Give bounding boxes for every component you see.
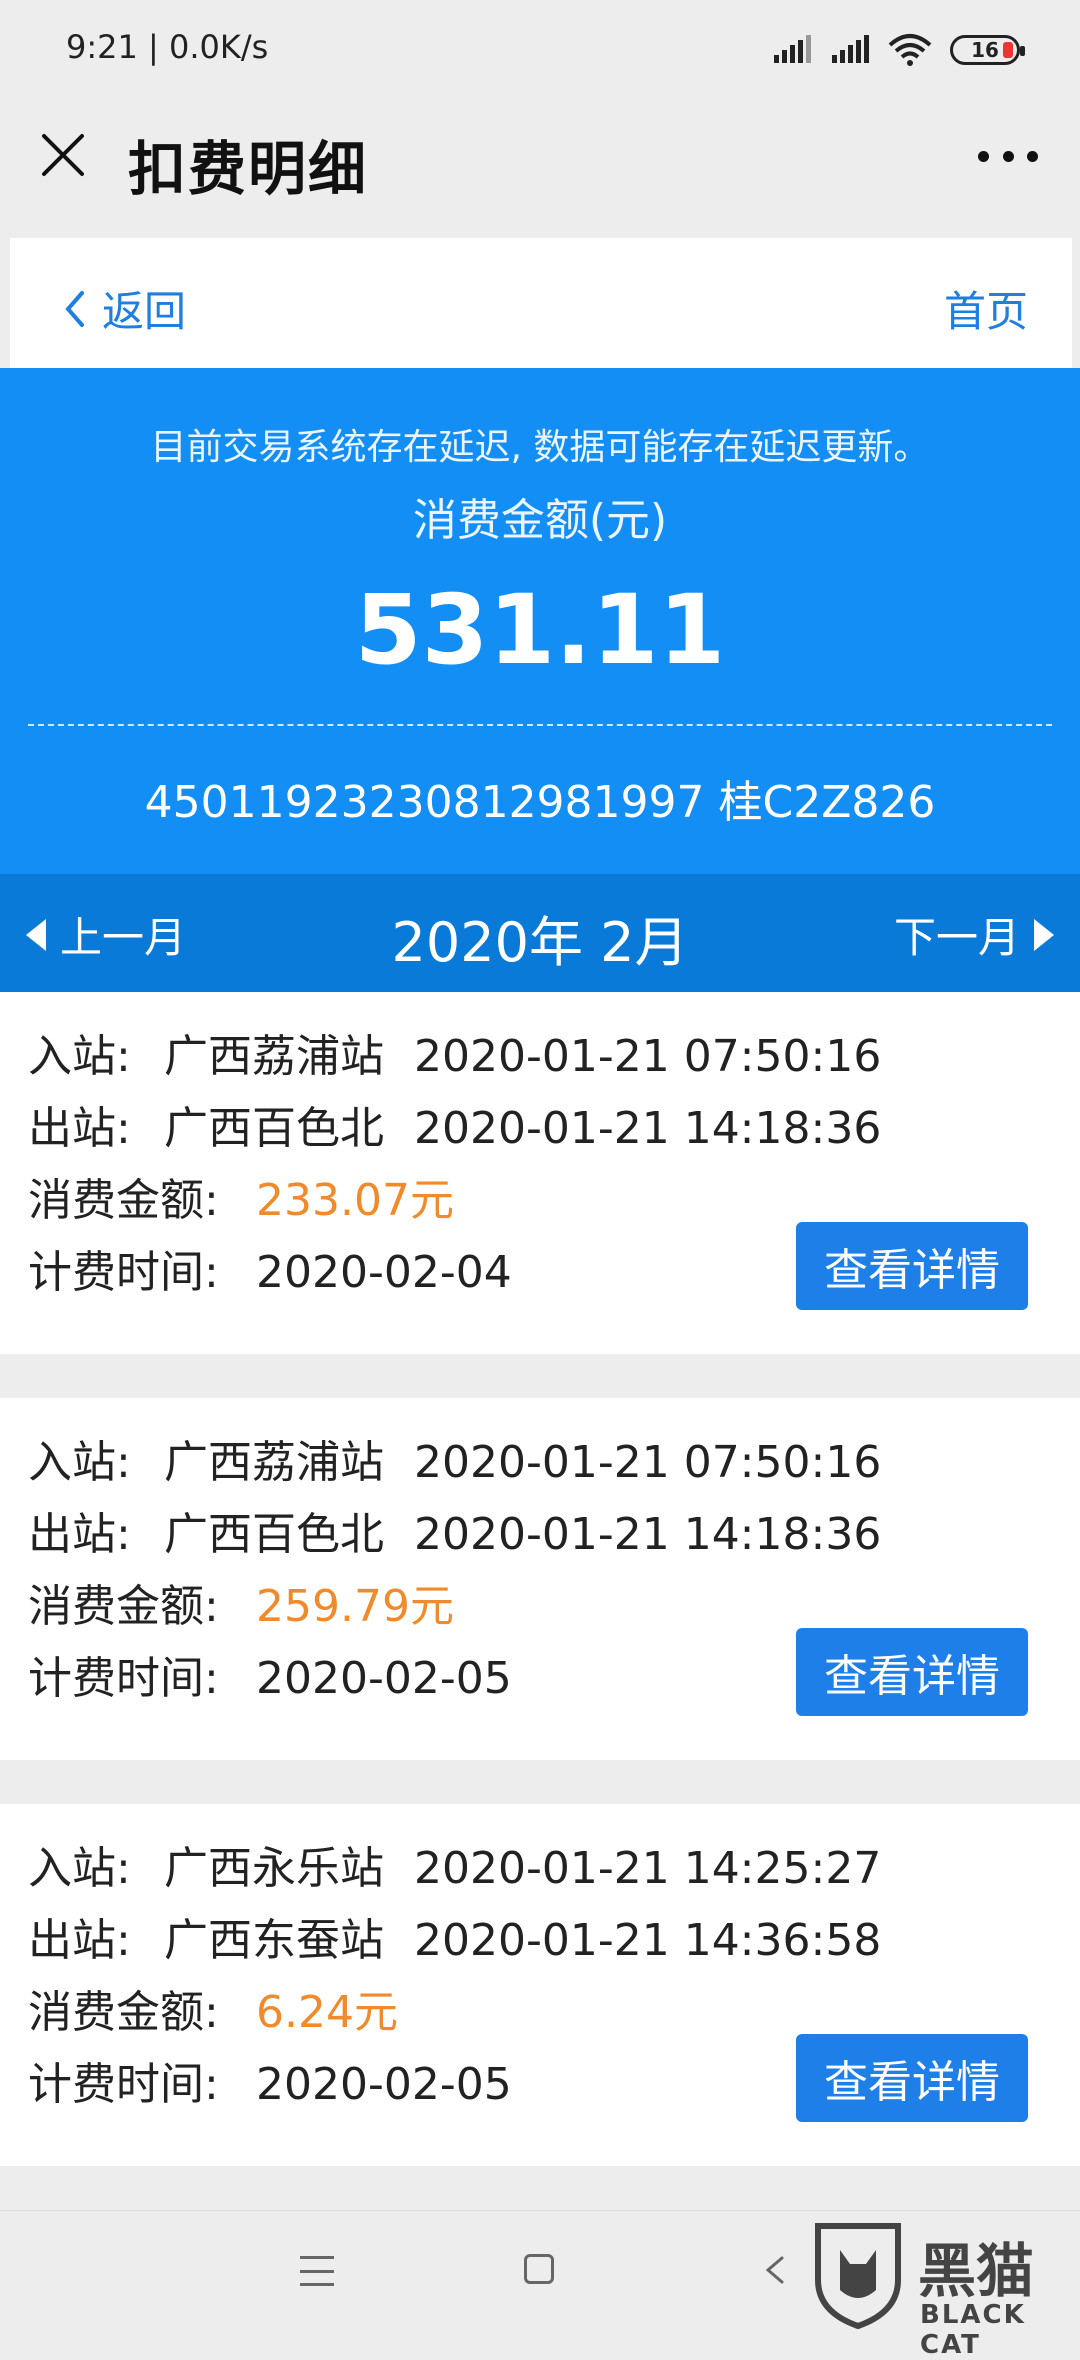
next-month-button[interactable]: 下一月	[894, 904, 1054, 965]
billing-row: 计费时间: 2020-02-05	[28, 1642, 512, 1706]
amount-row-label: 消费金额:	[28, 1581, 219, 1632]
exit-station: 广西百色北	[164, 1509, 384, 1560]
amount-row: 消费金额: 259.79元	[28, 1570, 454, 1634]
back-button[interactable]: 返回	[62, 278, 186, 339]
exit-label: 出站:	[28, 1915, 131, 1966]
billing-time: 2020-02-05	[256, 2059, 512, 2110]
exit-station: 广西东蚕站	[164, 1915, 384, 1966]
watermark-subtext: BLACK CAT	[920, 2300, 1026, 2360]
battery-icon: 16	[950, 35, 1025, 65]
amount-label: 消费金额(元)	[412, 495, 668, 546]
exit-time: 2020-01-21 14:18:36	[414, 1103, 882, 1154]
amount-row-label: 消费金额:	[28, 1175, 219, 1226]
dashed-divider	[28, 724, 1052, 726]
exit-row: 出站: 广西百色北 2020-01-21 14:18:36	[28, 1092, 881, 1156]
card-info: 45011923230812981997 桂C2Z826	[144, 777, 936, 828]
battery-fill	[1003, 42, 1013, 58]
exit-label: 出站:	[28, 1103, 131, 1154]
delay-notice: 目前交易系统存在延迟, 数据可能存在延迟更新。	[150, 427, 930, 468]
home-link[interactable]: 首页	[944, 278, 1028, 339]
entry-row: 入站: 广西荔浦站 2020-01-21 07:50:16	[28, 1426, 881, 1490]
entry-time: 2020-01-21 07:50:16	[414, 1437, 882, 1488]
menu-icon[interactable]	[300, 2256, 334, 2286]
signal-icon-2	[832, 35, 869, 63]
record-card: 入站: 广西永乐站 2020-01-21 14:25:27 出站: 广西东蚕站 2020…	[0, 1804, 1080, 2166]
watermark-text: 黑猫	[918, 2237, 1035, 2305]
billing-row: 计费时间: 2020-02-05	[28, 2048, 512, 2112]
entry-label: 入站:	[28, 1843, 131, 1894]
entry-label: 入站:	[28, 1437, 131, 1488]
billing-time: 2020-02-05	[256, 1653, 512, 1704]
wifi-icon	[888, 34, 932, 66]
amount-row: 消费金额: 6.24元	[28, 1976, 398, 2040]
billing-row: 计费时间: 2020-02-04	[28, 1236, 512, 1300]
page-title: 扣费明细	[128, 135, 369, 203]
cat-shield-logo-icon	[815, 2223, 901, 2330]
amount-value: 531.11	[354, 574, 726, 686]
record-card: 入站: 广西荔浦站 2020-01-21 07:50:16 出站: 广西百色北 2020…	[0, 992, 1080, 1354]
triangle-right-icon	[1034, 918, 1054, 951]
home-square-icon[interactable]	[524, 2254, 554, 2284]
amount-row-label: 消费金额:	[28, 1987, 219, 2038]
billing-time: 2020-02-04	[256, 1247, 512, 1298]
entry-time: 2020-01-21 14:25:27	[414, 1843, 882, 1894]
entry-station: 广西荔浦站	[164, 1031, 384, 1082]
status-icons: 16	[772, 30, 1025, 70]
exit-row: 出站: 广西百色北 2020-01-21 14:18:36	[28, 1498, 881, 1562]
signal-icon	[774, 35, 811, 63]
entry-label: 入站:	[28, 1031, 131, 1082]
view-detail-button[interactable]: 查看详情	[796, 1222, 1028, 1310]
billing-label: 计费时间:	[28, 2059, 219, 2110]
entry-station: 广西永乐站	[164, 1843, 384, 1894]
back-label: 返回	[102, 287, 187, 336]
entry-row: 入站: 广西荔浦站 2020-01-21 07:50:16	[28, 1020, 881, 1084]
back-arrow-icon[interactable]	[756, 2250, 796, 2290]
battery-level: 16	[971, 38, 999, 62]
chevron-left-icon	[65, 290, 84, 327]
amount-row: 消费金额: 233.07元	[28, 1164, 454, 1228]
more-icon[interactable]	[978, 138, 1038, 174]
entry-row: 入站: 广西永乐站 2020-01-21 14:25:27	[28, 1832, 881, 1896]
billing-label: 计费时间:	[28, 1247, 219, 1298]
exit-time: 2020-01-21 14:18:36	[414, 1509, 882, 1560]
exit-time: 2020-01-21 14:36:58	[414, 1915, 882, 1966]
next-month-label: 下一月	[893, 913, 1020, 962]
record-amount: 6.24元	[256, 1987, 398, 2038]
exit-row: 出站: 广西东蚕站 2020-01-21 14:36:58	[28, 1904, 881, 1968]
exit-label: 出站:	[28, 1509, 131, 1560]
entry-station: 广西荔浦站	[164, 1437, 384, 1488]
record-amount: 259.79元	[256, 1581, 454, 1632]
billing-label: 计费时间:	[28, 1653, 219, 1704]
view-detail-button[interactable]: 查看详情	[796, 2034, 1028, 2122]
close-icon[interactable]	[38, 130, 88, 180]
exit-station: 广西百色北	[164, 1103, 384, 1154]
view-detail-button[interactable]: 查看详情	[796, 1628, 1028, 1716]
status-time: 9:21 | 0.0K/s	[66, 28, 269, 66]
record-amount: 233.07元	[256, 1175, 454, 1226]
record-card: 入站: 广西荔浦站 2020-01-21 07:50:16 出站: 广西百色北 2020…	[0, 1398, 1080, 1760]
entry-time: 2020-01-21 07:50:16	[414, 1031, 882, 1082]
